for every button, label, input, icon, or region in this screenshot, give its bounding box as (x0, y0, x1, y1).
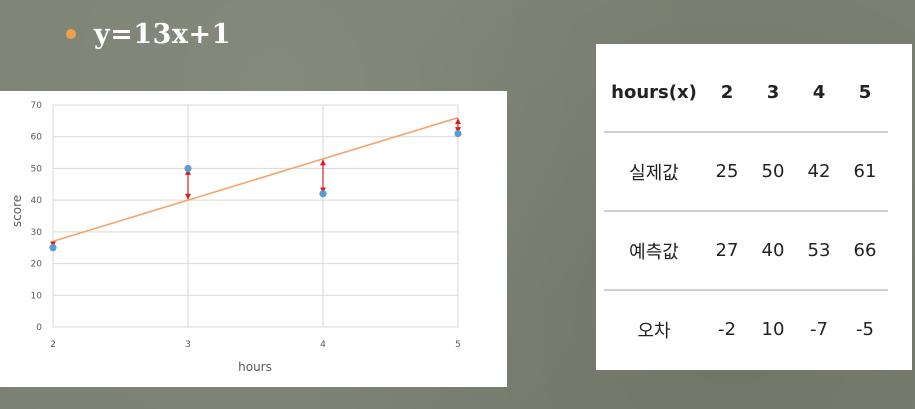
table-row: 실제값 25 50 42 61 (604, 132, 888, 212)
y-tick-label: 10 (31, 291, 43, 301)
table-cell: 66 (842, 211, 888, 291)
table-header-cell: 5 (842, 54, 888, 133)
table-cell: 50 (750, 132, 796, 212)
table-cell: 10 (761, 319, 785, 340)
table-row-label: 실제값 (604, 132, 704, 212)
y-tick-label: 0 (36, 323, 42, 333)
table-header-cell: 2 (704, 54, 750, 133)
bullet-dot-icon (66, 29, 76, 39)
y-tick-label: 70 (31, 101, 43, 111)
y-tick-label: 20 (31, 260, 43, 270)
table-cell: 61 (842, 132, 888, 212)
data-point (184, 164, 192, 173)
table-row: 예측값 27 40 53 66 (604, 211, 888, 291)
table-panel: hours(x) 2 3 4 5 실제값 25 50 42 61 예측값 27 … (596, 44, 912, 370)
equation-text: y=13x+1 (94, 18, 231, 50)
y-axis-title: score (10, 195, 24, 227)
y-tick-label: 50 (31, 164, 43, 174)
y-tick-label: 60 (31, 133, 43, 143)
table-row-label: 오차 (637, 320, 671, 342)
y-tick-label: 40 (31, 196, 43, 206)
data-point (454, 129, 462, 138)
equation-bullet: y=13x+1 (66, 14, 231, 54)
x-tick-label: 3 (185, 340, 191, 350)
table-header-cell: 3 (750, 54, 796, 133)
table-header-row: hours(x) 2 3 4 5 (604, 54, 888, 133)
data-point (49, 244, 57, 252)
table-cell: -5 (856, 319, 874, 340)
table-row: 오차 -2 10 -7 -5 (604, 290, 888, 368)
table-cell: 25 (704, 132, 750, 212)
table-cell: -2 (718, 319, 736, 340)
chart-panel: 0 10 20 30 40 50 60 70 2 3 4 5 score hours (0, 91, 507, 387)
table-cell: 40 (750, 211, 796, 291)
table-header-cell: 4 (796, 54, 842, 133)
x-tick-label: 2 (50, 340, 56, 350)
x-tick-label: 5 (455, 340, 461, 350)
table-row-label: 예측값 (604, 211, 704, 291)
table-cell: 42 (796, 132, 842, 212)
x-tick-label: 4 (320, 340, 326, 350)
y-tick-label: 30 (31, 228, 43, 238)
x-axis-title: hours (238, 360, 272, 374)
data-table: hours(x) 2 3 4 5 실제값 25 50 42 61 예측값 27 … (604, 54, 888, 368)
table-cell: 27 (704, 211, 750, 291)
table-cell: 53 (796, 211, 842, 291)
data-point (319, 190, 327, 198)
scatter-chart: 0 10 20 30 40 50 60 70 2 3 4 5 score hours (10, 101, 462, 374)
table-cell: -7 (810, 319, 828, 340)
table-header-cell: hours(x) (604, 54, 704, 133)
